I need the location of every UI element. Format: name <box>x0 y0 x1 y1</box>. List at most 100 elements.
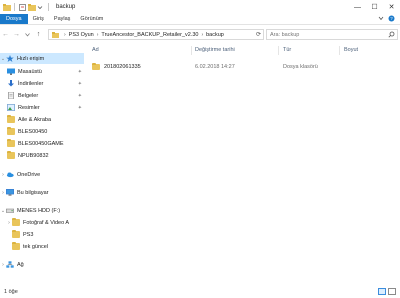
nav-folder-bles00450[interactable]: BLES00450 <box>7 126 84 137</box>
details-view-button[interactable] <box>378 288 386 295</box>
folder-icon <box>12 218 20 226</box>
document-icon <box>7 91 15 100</box>
tab-share[interactable]: Paylaş <box>49 14 76 24</box>
chevron-right-icon[interactable]: › <box>97 32 99 38</box>
folder-icon <box>7 127 15 135</box>
table-row[interactable]: 201802061335 6.02.2018 14:27 Dosya klasö… <box>90 62 390 72</box>
nav-label: Bu bilgisayar <box>17 189 49 196</box>
pin-icon[interactable]: ✦ <box>78 93 82 99</box>
column-divider[interactable] <box>339 46 340 55</box>
navigation-bar: ← → ↑ › PS3 Oyun › TrueAncestor_BACKUP_R… <box>0 27 400 42</box>
column-header-type[interactable]: Tür <box>283 47 291 53</box>
forward-button[interactable]: → <box>11 27 22 42</box>
file-list: Ad Değiştirme tarihi Tür Boyut 201802061… <box>86 44 400 282</box>
tab-file[interactable]: Dosya <box>0 14 28 24</box>
nav-label: NPUB90832 <box>18 152 49 159</box>
nav-label: tek güncel <box>23 243 49 250</box>
nav-folder-aile[interactable]: Aile & Akraba <box>7 114 84 125</box>
breadcrumb-trueancestor[interactable]: TrueAncestor_BACKUP_Retailer_v2.30 <box>101 32 198 38</box>
column-divider[interactable] <box>191 46 192 55</box>
folder-icon <box>12 230 20 238</box>
desktop-icon <box>7 68 15 75</box>
maximize-button[interactable]: ☐ <box>366 0 383 14</box>
pin-icon[interactable]: ✦ <box>78 105 82 111</box>
nav-label: Masaüstü <box>18 68 42 75</box>
new-folder-icon[interactable] <box>28 3 36 11</box>
minimize-button[interactable]: — <box>349 0 366 14</box>
nav-folder-bles00450game[interactable]: BLES00450GAME <box>7 138 84 149</box>
pin-icon[interactable]: ✦ <box>78 81 82 87</box>
column-header-size[interactable]: Boyut <box>344 47 358 53</box>
back-button[interactable]: ← <box>0 27 11 42</box>
nav-label: Ağ <box>17 261 24 268</box>
up-button[interactable]: ↑ <box>33 27 44 42</box>
navigation-pane: ⌄ Hızlı erişim Masaüstü ✦ İndirilenler ✦… <box>0 44 84 282</box>
nav-label: BLES00450 <box>18 128 48 135</box>
file-date: 6.02.2018 14:27 <box>195 64 235 70</box>
column-header-name[interactable]: Ad <box>92 47 99 53</box>
nav-pictures[interactable]: Resimler ✦ <box>7 102 84 113</box>
nav-folder-fotograf[interactable]: › Fotoğraf & Video A <box>6 217 84 228</box>
close-button[interactable]: ✕ <box>383 0 400 14</box>
download-icon <box>7 80 15 87</box>
breadcrumb-backup[interactable]: backup <box>206 32 224 38</box>
tab-view[interactable]: Görünüm <box>75 14 108 24</box>
nav-downloads[interactable]: İndirilenler ✦ <box>7 78 84 89</box>
drive-icon <box>6 207 14 214</box>
nav-label: Hızlı erişim <box>17 55 45 62</box>
tab-home[interactable]: Giriş <box>28 14 49 24</box>
folder-icon <box>7 139 15 147</box>
divider <box>48 3 49 11</box>
folder-icon <box>7 115 15 123</box>
nav-folder-ps3[interactable]: PS3 <box>12 229 84 240</box>
folder-icon <box>12 242 20 250</box>
nav-this-pc[interactable]: › Bu bilgisayar <box>0 187 84 198</box>
nav-label: OneDrive <box>17 171 41 178</box>
file-type: Dosya klasörü <box>283 64 318 70</box>
properties-icon[interactable] <box>19 3 26 11</box>
nav-label: PS3 <box>23 231 34 238</box>
help-icon[interactable]: ? <box>388 15 395 24</box>
divider <box>14 3 15 11</box>
chevron-right-icon[interactable]: › <box>201 32 203 38</box>
nav-documents[interactable]: Belgeler ✦ <box>7 90 84 101</box>
search-icon[interactable] <box>388 31 395 40</box>
nav-drive-f[interactable]: ⌄ MENES HDD (F:) <box>0 205 84 216</box>
window-title: backup <box>56 4 76 10</box>
file-name[interactable]: 201802061335 <box>104 64 141 70</box>
nav-label: Aile & Akraba <box>18 116 52 123</box>
folder-icon <box>3 3 11 11</box>
nav-label: MENES HDD (F:) <box>17 207 61 214</box>
item-count: 1 öğe <box>4 289 18 295</box>
title-bar: backup — ☐ ✕ <box>0 0 400 14</box>
folder-icon <box>92 63 100 70</box>
search-box[interactable] <box>266 29 398 40</box>
ribbon-tabs: Dosya Giriş Paylaş Görünüm ? <box>0 14 400 25</box>
recent-locations-button[interactable] <box>22 27 33 42</box>
nav-network[interactable]: › Ağ <box>0 259 84 270</box>
refresh-icon[interactable]: ⟳ <box>256 31 261 38</box>
chevron-right-icon[interactable]: › <box>64 32 66 38</box>
customize-toolbar-icon[interactable] <box>37 4 44 11</box>
nav-label: BLES00450GAME <box>18 140 64 147</box>
column-header-date[interactable]: Değiştirme tarihi <box>195 47 235 53</box>
star-icon <box>6 55 14 62</box>
large-icons-view-button[interactable] <box>388 288 396 295</box>
nav-label: İndirilenler <box>18 80 44 87</box>
column-divider[interactable] <box>278 46 279 55</box>
quick-access-toolbar <box>0 3 51 11</box>
pictures-icon <box>7 104 16 111</box>
nav-folder-tek-guncel[interactable]: tek güncel <box>12 241 84 252</box>
folder-icon <box>7 151 15 159</box>
search-input[interactable] <box>270 31 380 38</box>
nav-folder-npub90832[interactable]: NPUB90832 <box>7 150 84 161</box>
nav-quick-access[interactable]: ⌄ Hızlı erişim <box>0 53 84 64</box>
folder-icon <box>52 31 59 38</box>
address-bar[interactable]: › PS3 Oyun › TrueAncestor_BACKUP_Retaile… <box>48 29 264 40</box>
pin-icon[interactable]: ✦ <box>78 69 82 75</box>
status-bar: 1 öğe <box>0 286 400 298</box>
nav-desktop[interactable]: Masaüstü ✦ <box>7 66 84 77</box>
chevron-down-icon[interactable] <box>378 16 384 23</box>
nav-onedrive[interactable]: › OneDrive <box>0 169 84 180</box>
breadcrumb-ps3[interactable]: PS3 Oyun <box>69 32 94 38</box>
